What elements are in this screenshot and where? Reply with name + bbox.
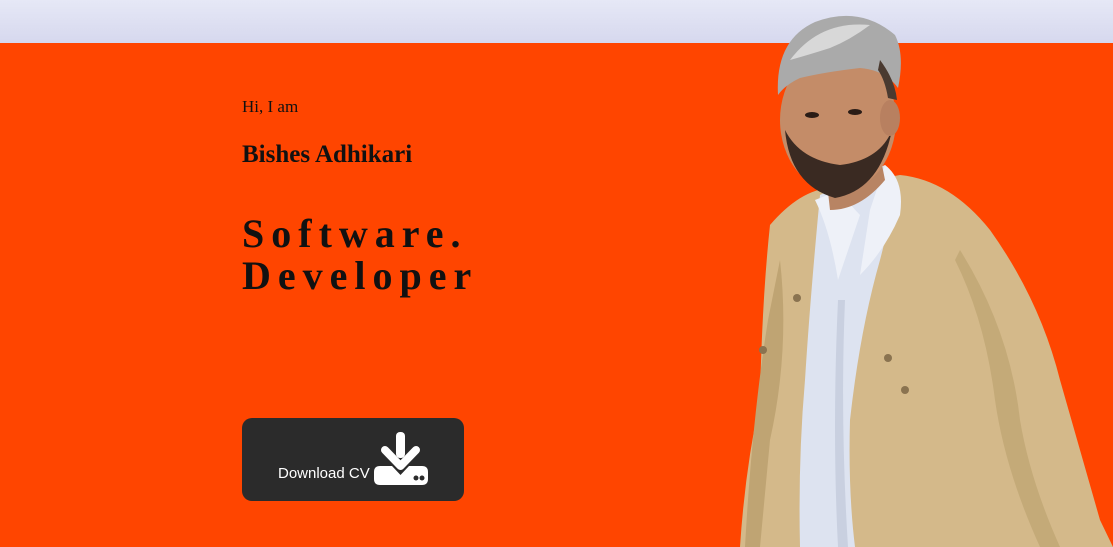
download-cv-label: Download CV [278,465,370,482]
role-title: Software. Developer [242,213,478,297]
role-line-1: Software. [242,211,468,256]
download-cv-button[interactable]: Download CV [242,418,464,501]
developer-name: Bishes Adhikari [242,141,413,168]
download-icon [374,432,428,485]
developer-portrait [740,15,1113,547]
role-line-2: Developer [242,253,479,298]
greeting-text: Hi, I am [242,97,299,116]
